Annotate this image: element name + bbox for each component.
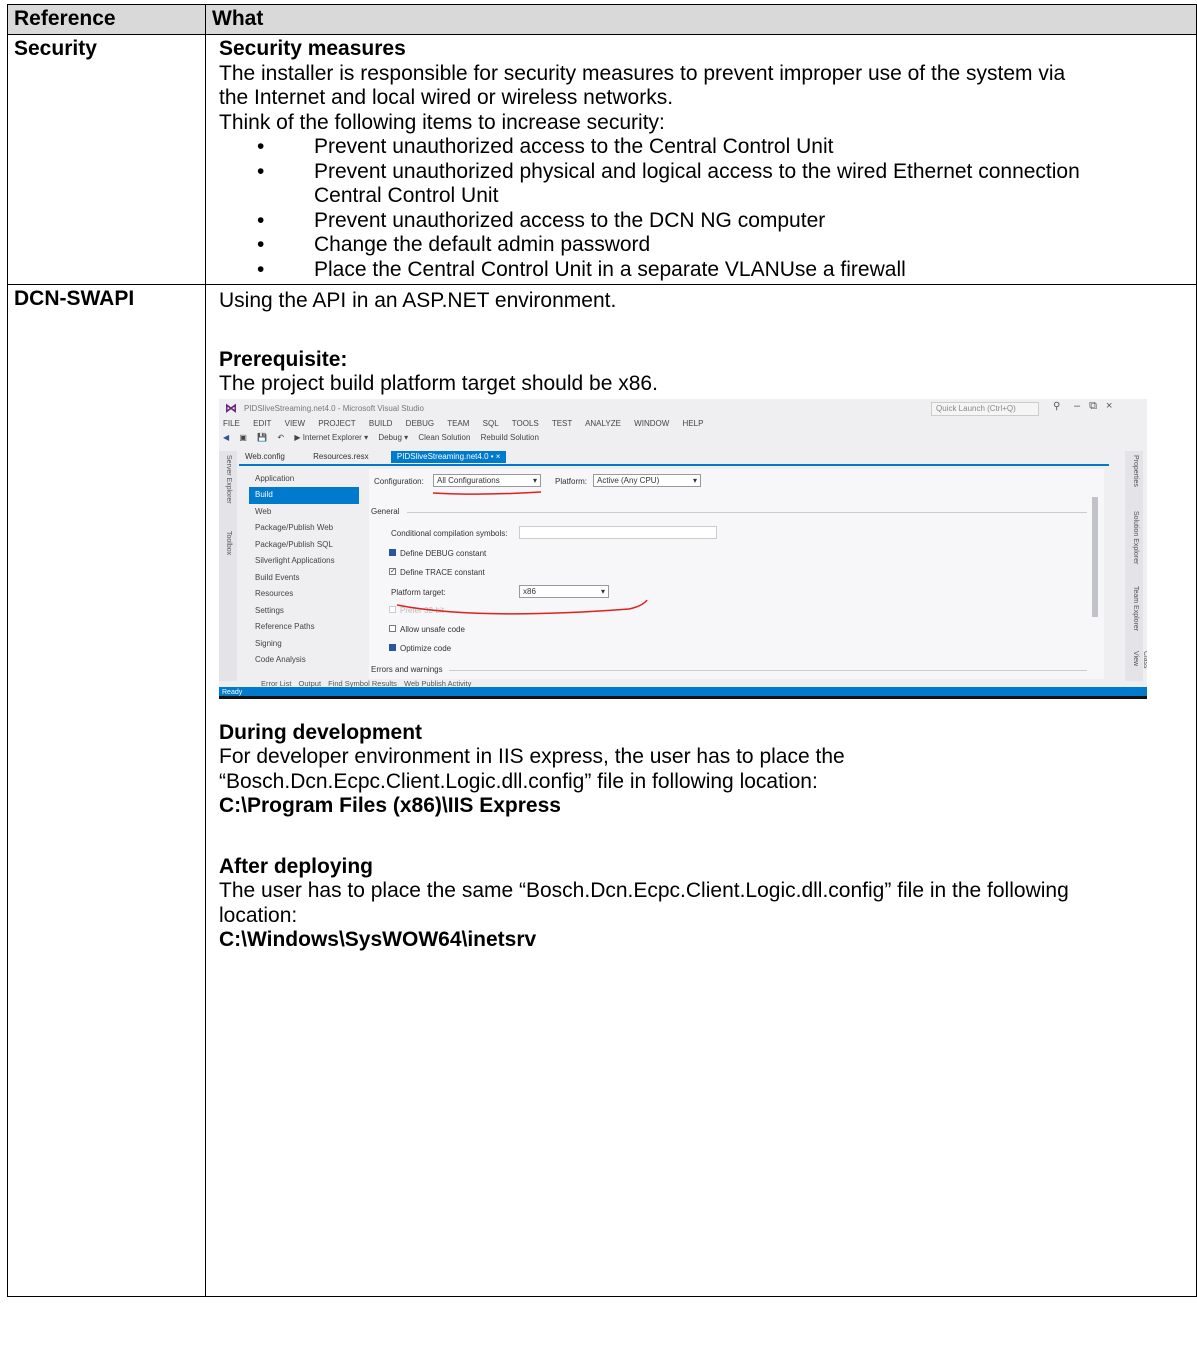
list-item: Prevent unauthorized access to the DCN N…	[219, 209, 1103, 234]
table-header-row: Reference What	[7, 4, 1197, 35]
list-item: Place the Central Control Unit in a sepa…	[219, 258, 1103, 283]
list-item: Prevent unauthorized physical and logica…	[219, 160, 1103, 209]
what-cell: Security measures The installer is respo…	[205, 34, 1197, 285]
after-deploying-heading: After deploying	[219, 854, 374, 878]
list-item: Change the default admin password	[219, 233, 1103, 258]
paragraph: The user has to place the same “Bosch.Dc…	[219, 879, 1069, 927]
header-what: What	[205, 4, 1197, 35]
prerequisite-heading: Prerequisite:	[219, 347, 348, 371]
paragraph: The installer is responsible for securit…	[219, 61, 1066, 110]
reference-table: Reference What Security Security measure…	[7, 4, 1197, 1297]
red-underline-annotations	[396, 490, 648, 614]
paragraph: The project build platform target should…	[219, 372, 658, 395]
platform-target-underline	[396, 599, 648, 614]
during-development-heading: During development	[219, 720, 423, 744]
list-item: Prevent unauthorized access to the Centr…	[219, 135, 1103, 160]
paragraph: Think of the following items to increase…	[219, 110, 665, 134]
reference-cell: DCN-SWAPI	[7, 284, 206, 1297]
table-row-security: Security Security measures The installer…	[7, 34, 1197, 285]
reference-cell: Security	[7, 34, 206, 285]
document-page: Reference What Security Security measure…	[0, 0, 1197, 1346]
inetsrv-path: C:\Windows\SysWOW64\inetsrv	[219, 928, 537, 951]
visual-studio-screenshot: ⋈ PIDSliveStreaming.net4.0 - Microsoft V…	[219, 398, 1147, 699]
what-cell: Using the API in an ASP.NET environment.…	[205, 284, 1197, 1297]
paragraph: Using the API in an ASP.NET environment.	[219, 289, 617, 312]
section-heading: Security measures	[219, 37, 406, 60]
iis-express-path: C:\Program Files (x86)\IIS Express	[219, 794, 561, 817]
bullet-list: Prevent unauthorized access to the Centr…	[219, 135, 1183, 282]
header-reference: Reference	[7, 4, 206, 35]
table-row-dcn-swapi: DCN-SWAPI Using the API in an ASP.NET en…	[7, 284, 1197, 1297]
paragraph: For developer environment in IIS express…	[219, 745, 845, 793]
configuration-underline	[432, 490, 542, 495]
